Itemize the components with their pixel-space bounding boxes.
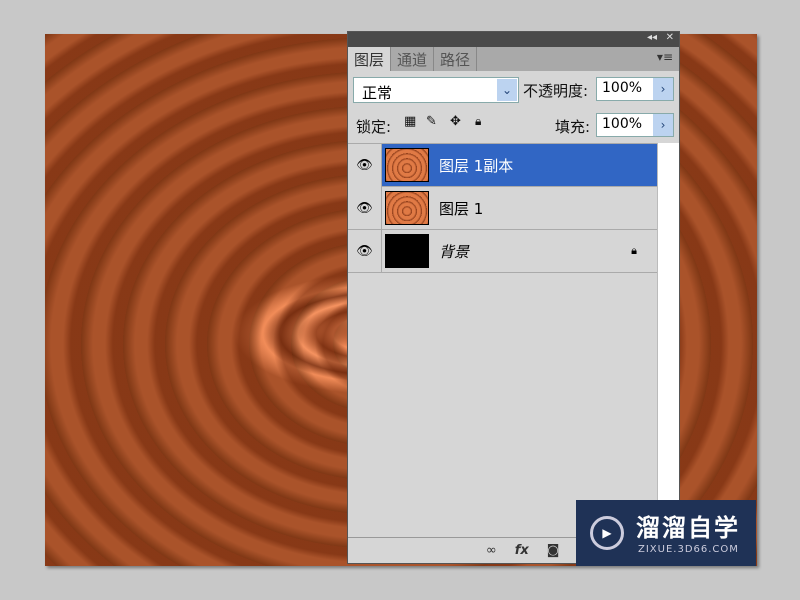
eye-icon[interactable]: 👁︎ [348, 143, 382, 187]
layer-name: 图层 1副本 [439, 156, 514, 175]
lock-transparency-icon[interactable]: ▦ [404, 114, 416, 129]
tab-layers[interactable]: 图层 [348, 47, 392, 71]
opacity-slider-arrow[interactable]: › [653, 78, 673, 100]
chevron-down-icon[interactable]: ⌄ [497, 79, 517, 101]
play-logo-icon: ▶ [590, 516, 624, 550]
lock-label: 锁定: [356, 118, 392, 136]
layer-row[interactable]: 👁︎ 图层 1副本 [348, 143, 657, 187]
layer-thumbnail [385, 191, 429, 225]
layer-mask-icon[interactable]: ◙ [547, 543, 560, 558]
layer-name: 背景 [439, 242, 470, 261]
opacity-value: 100% [602, 80, 643, 96]
opacity-label: 不透明度: [523, 82, 589, 100]
link-layers-icon[interactable]: ∞ [486, 543, 497, 558]
eye-icon[interactable]: 👁︎ [348, 229, 382, 273]
lock-icon: 🔒︎ [631, 244, 637, 257]
blend-mode-select[interactable]: 正常 ⌄ [353, 77, 519, 103]
eye-icon[interactable]: 👁︎ [348, 186, 382, 230]
opacity-input[interactable]: 100% › [596, 77, 674, 101]
layers-panel: ◂◂ ✕ 图层 通道 路径 ▾≡ 正常 ⌄ 不透明度: 100% › 锁定: ▦ ✎… [347, 31, 680, 564]
lock-brush-icon[interactable]: ✎ [426, 114, 437, 129]
layer-name: 图层 1 [439, 199, 484, 218]
watermark-url: ZIXUE.3D66.COM [638, 544, 739, 555]
watermark-title: 溜溜自学 [636, 514, 740, 542]
fill-value: 100% [602, 116, 643, 132]
tab-channels[interactable]: 通道 [391, 47, 435, 71]
lock-move-icon[interactable]: ✥ [450, 114, 461, 129]
fill-input[interactable]: 100% › [596, 113, 674, 137]
layer-thumbnail [385, 148, 429, 182]
panel-menu-icon[interactable]: ▾≡ [657, 50, 673, 64]
layer-row[interactable]: 👁︎ 背景 🔒︎ [348, 229, 657, 273]
fx-icon[interactable]: fx [515, 543, 529, 558]
fill-slider-arrow[interactable]: › [653, 114, 673, 136]
watermark: ▶ 溜溜自学 ZIXUE.3D66.COM [576, 500, 756, 566]
layers-list: 👁︎ 图层 1副本 👁︎ 图层 1 👁︎ 背景 🔒︎ [348, 143, 657, 539]
close-icon[interactable]: ✕ [666, 32, 674, 43]
layers-scrollbar[interactable] [657, 143, 679, 539]
blend-mode-value: 正常 [362, 84, 393, 102]
panel-titlebar: ◂◂ ✕ [348, 32, 679, 47]
collapse-icon[interactable]: ◂◂ [647, 32, 657, 43]
layer-row[interactable]: 👁︎ 图层 1 [348, 186, 657, 230]
fill-label: 填充: [555, 118, 591, 136]
tab-paths[interactable]: 路径 [434, 47, 478, 71]
layer-thumbnail [385, 234, 429, 268]
lock-all-icon[interactable]: 🔒︎ [475, 114, 481, 129]
